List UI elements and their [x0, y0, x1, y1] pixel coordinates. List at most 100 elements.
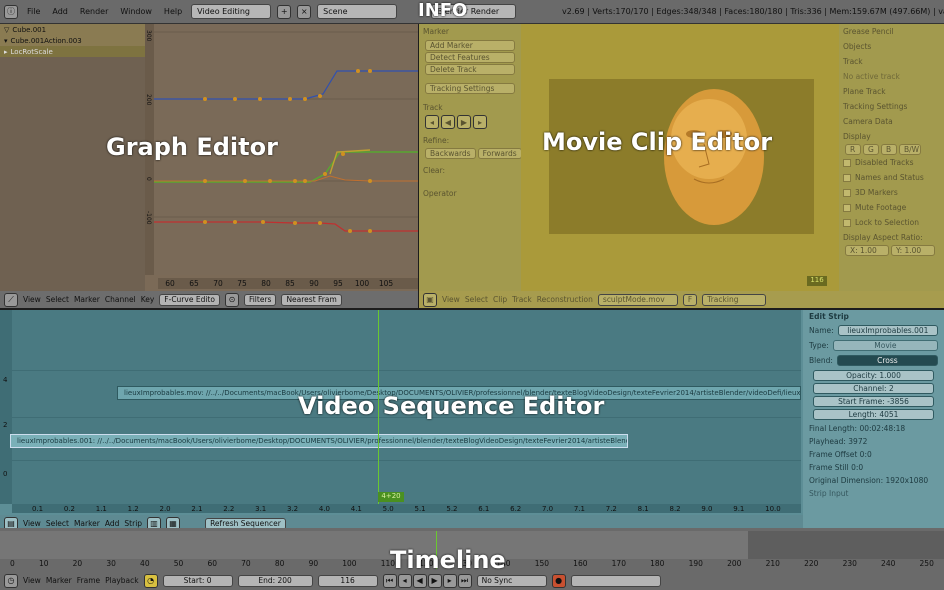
refine-forwards-button[interactable]: Forwards — [477, 148, 522, 159]
snap-selector[interactable]: Nearest Fram — [281, 293, 342, 306]
channel-action[interactable]: ▾ Cube.001Action.003 — [0, 35, 145, 46]
remove-screen-icon[interactable]: × — [297, 4, 312, 19]
keying-set-field[interactable] — [570, 574, 661, 587]
timeline-menu-view[interactable]: View — [23, 576, 41, 585]
clip-file-selector[interactable]: sculptMode.mov — [597, 293, 678, 306]
opacity-slider[interactable]: Opacity: 1.000 — [813, 370, 934, 381]
clip-viewport[interactable]: 116 — [521, 24, 839, 292]
movie-strip-channel-1[interactable]: lieuxImprobables.001: //../../Documents/… — [10, 434, 628, 448]
filters-button[interactable]: Filters — [243, 293, 277, 306]
disabled-tracks-option[interactable]: Disabled Tracks — [839, 155, 944, 170]
filter-icon[interactable]: ⊙ — [224, 292, 239, 307]
blend-mode-selector[interactable]: Cross — [836, 355, 938, 366]
channel-cube[interactable]: ▽ Cube.001 — [0, 24, 145, 35]
timeline-menu-playback[interactable]: Playback — [105, 576, 138, 585]
jump-end-icon[interactable]: ⏭ — [457, 573, 472, 588]
checkbox[interactable] — [843, 159, 851, 167]
clip-menu-select[interactable]: Select — [465, 295, 488, 304]
scene-selector[interactable]: Scene — [317, 4, 398, 19]
delete-track-button[interactable]: Delete Track — [425, 64, 515, 75]
vse-menu-strip[interactable]: Strip — [124, 519, 142, 528]
clip-mode-selector[interactable]: Tracking — [702, 293, 767, 306]
editor-type-icon[interactable]: ▣ — [423, 292, 437, 307]
red-channel-toggle[interactable]: R — [845, 144, 861, 155]
tracking-settings-properties[interactable]: Tracking Settings — [839, 99, 944, 114]
camera-data-section[interactable]: Camera Data — [839, 114, 944, 129]
checkbox[interactable] — [843, 204, 851, 212]
clip-menu-clip[interactable]: Clip — [493, 295, 507, 304]
vse-menu-select[interactable]: Select — [46, 519, 69, 528]
add-screen-icon[interactable]: + — [277, 4, 292, 19]
green-channel-toggle[interactable]: G — [863, 144, 879, 155]
preview-range-icon[interactable]: ◔ — [143, 573, 158, 588]
clip-menu-view[interactable]: View — [442, 295, 460, 304]
editor-type-icon[interactable]: ⟋ — [4, 292, 18, 307]
graph-menu-select[interactable]: Select — [46, 295, 69, 304]
play-icon[interactable]: ▶ — [427, 573, 442, 588]
start-frame-field[interactable]: Start: 0 — [162, 574, 233, 587]
graph-menu-view[interactable]: View — [23, 295, 41, 304]
aspect-y-field[interactable]: Y: 1.00 — [891, 245, 935, 256]
graph-mode-selector[interactable]: F-Curve Edito — [159, 293, 220, 306]
info-menu-add[interactable]: Add — [49, 7, 71, 16]
sync-mode-selector[interactable]: No Sync — [476, 574, 547, 587]
length-field[interactable]: Length: 4051 — [813, 409, 934, 420]
grease-pencil-section[interactable]: Grease Pencil — [839, 24, 944, 39]
jump-keyframe-forward-icon[interactable]: ▸ — [442, 573, 457, 588]
checkbox[interactable] — [843, 189, 851, 197]
3d-markers-option[interactable]: 3D Markers — [839, 185, 944, 200]
names-status-option[interactable]: Names and Status — [839, 170, 944, 185]
track-step-icon[interactable]: ▶ — [457, 115, 471, 129]
vse-menu-view[interactable]: View — [23, 519, 41, 528]
current-frame-field[interactable]: 116 — [317, 574, 378, 587]
timeline-menu-marker[interactable]: Marker — [46, 576, 72, 585]
operator-section[interactable]: Operator — [419, 186, 521, 201]
jump-keyframe-back-icon[interactable]: ◂ — [397, 573, 412, 588]
graph-menu-marker[interactable]: Marker — [74, 295, 100, 304]
channel-group[interactable]: ▸ LocRotScale — [0, 46, 145, 57]
bw-toggle[interactable]: B/W — [899, 144, 921, 155]
aspect-x-field[interactable]: X: 1.00 — [845, 245, 889, 256]
plane-track-section[interactable]: Plane Track — [839, 84, 944, 99]
end-frame-field[interactable]: End: 200 — [237, 574, 313, 587]
checkbox[interactable] — [843, 219, 851, 227]
info-menu-help[interactable]: Help — [161, 7, 185, 16]
display-section[interactable]: Display — [839, 129, 944, 144]
refine-backwards-button[interactable]: Backwards — [425, 148, 476, 159]
mute-footage-option[interactable]: Mute Footage — [839, 200, 944, 215]
jump-start-icon[interactable]: ⏮ — [382, 573, 397, 588]
vse-menu-add[interactable]: Add — [105, 519, 120, 528]
lock-selection-option[interactable]: Lock to Selection — [839, 215, 944, 230]
editor-type-icon[interactable]: ◷ — [4, 573, 18, 588]
strip-name-field[interactable]: lieuxImprobables.001 — [837, 325, 938, 336]
track-step-back-icon[interactable]: ◀ — [441, 115, 455, 129]
screen-layout-selector[interactable]: Video Editing — [191, 4, 272, 19]
objects-section[interactable]: Objects — [839, 39, 944, 54]
clip-menu-track[interactable]: Track — [512, 295, 532, 304]
graph-menu-channel[interactable]: Channel — [105, 295, 136, 304]
editor-type-icon[interactable]: ⓘ — [4, 4, 18, 19]
track-properties-section[interactable]: Track — [839, 54, 944, 69]
info-menu-window[interactable]: Window — [117, 7, 155, 16]
timeline-menu-frame[interactable]: Frame — [77, 576, 100, 585]
checkbox[interactable] — [843, 174, 851, 182]
edit-strip-title[interactable]: Edit Strip — [803, 310, 944, 323]
info-menu-render[interactable]: Render — [77, 7, 111, 16]
detect-features-button[interactable]: Detect Features — [425, 52, 515, 63]
channel-field[interactable]: Channel: 2 — [813, 383, 934, 394]
track-section[interactable]: Track — [419, 100, 521, 115]
info-menu-file[interactable]: File — [24, 7, 43, 16]
marker-section[interactable]: Marker — [419, 24, 521, 39]
add-marker-button[interactable]: Add Marker — [425, 40, 515, 51]
clip-menu-reconstruction[interactable]: Reconstruction — [537, 295, 593, 304]
graph-menu-key[interactable]: Key — [141, 295, 155, 304]
blue-channel-toggle[interactable]: B — [881, 144, 897, 155]
tracking-settings-section[interactable]: Tracking Settings — [425, 83, 515, 94]
strip-input-section[interactable]: Strip Input — [803, 487, 944, 500]
track-forward-icon[interactable]: ▸ — [473, 115, 487, 129]
start-frame-field[interactable]: Start Frame: -3856 — [813, 396, 934, 407]
record-icon[interactable]: ● — [551, 573, 566, 588]
play-reverse-icon[interactable]: ◀ — [412, 573, 427, 588]
fake-user-button[interactable]: F — [682, 293, 698, 306]
vse-menu-marker[interactable]: Marker — [74, 519, 100, 528]
